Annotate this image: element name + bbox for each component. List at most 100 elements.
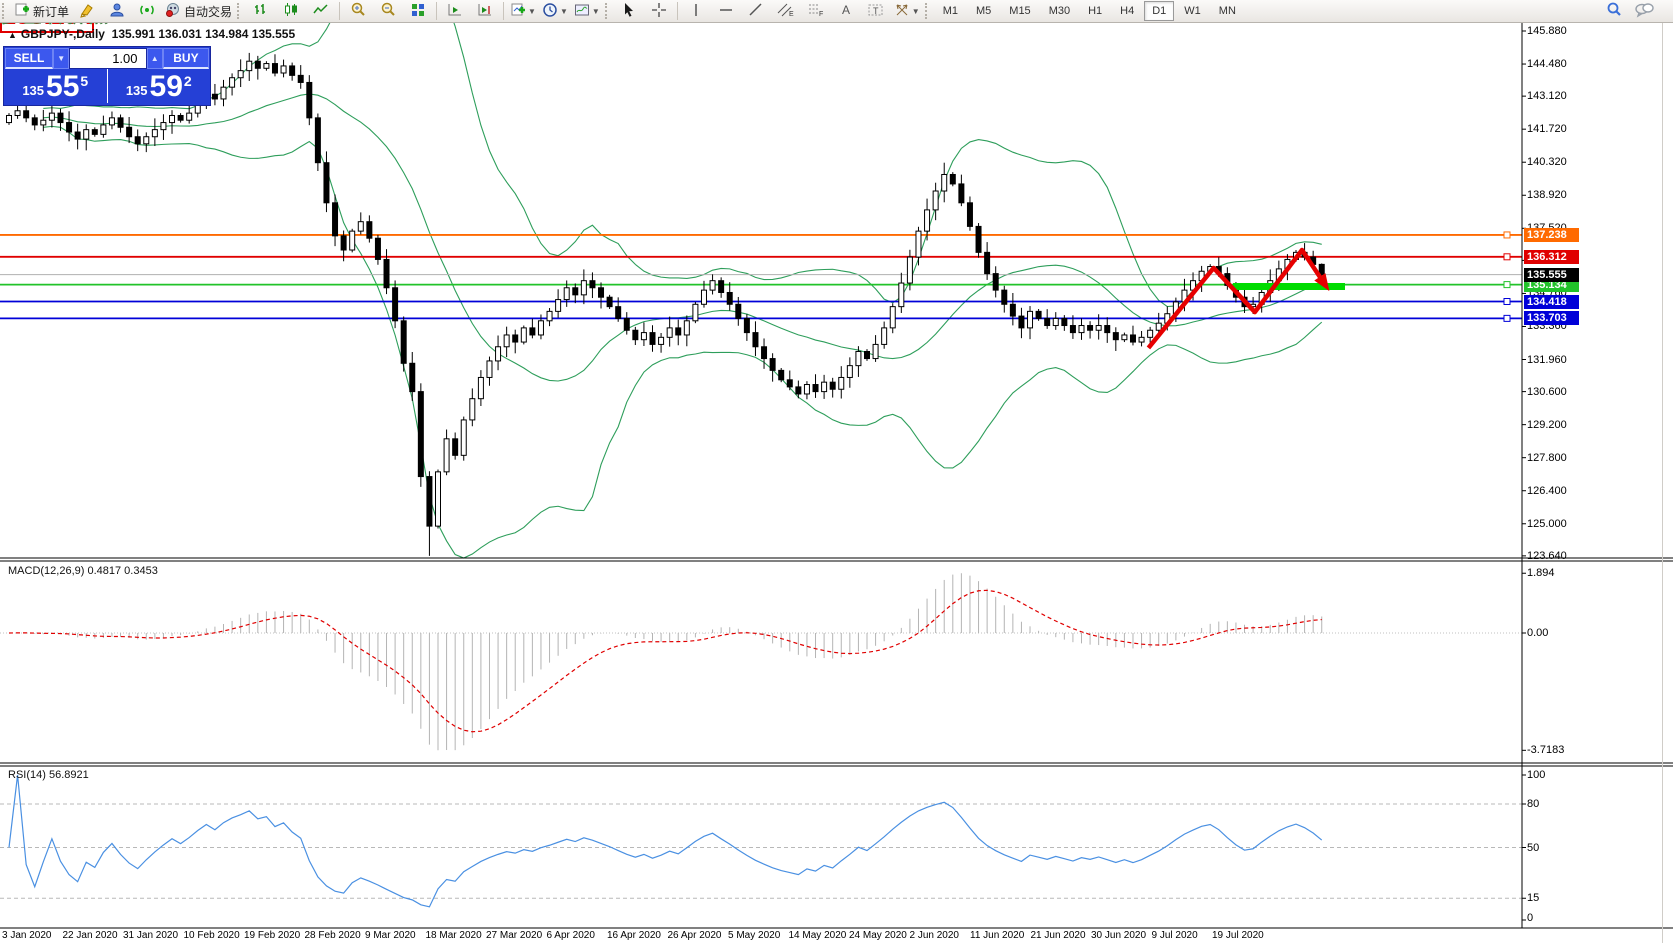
candle-body xyxy=(444,439,449,472)
line-handle[interactable] xyxy=(1504,254,1510,260)
cursor-button[interactable] xyxy=(614,0,644,22)
profiles-button[interactable] xyxy=(102,0,132,22)
templates-button[interactable]: ▼ xyxy=(571,0,603,22)
chart-shift-button[interactable] xyxy=(470,0,500,22)
rsi-axis-tick: 15 xyxy=(1527,892,1539,904)
candle-body xyxy=(101,125,106,134)
candle-body xyxy=(1139,337,1144,342)
sell-price[interactable]: 135 55 5 xyxy=(4,69,108,103)
auto-scroll-button[interactable] xyxy=(440,0,470,22)
text-icon: A xyxy=(839,2,853,21)
date-label: 22 Jan 2020 xyxy=(63,930,118,941)
candle-body xyxy=(247,61,252,70)
tab-timeframe-m5[interactable]: M5 xyxy=(968,1,999,21)
rsi-axis-tick: 100 xyxy=(1527,769,1545,781)
tab-timeframe-m30[interactable]: M30 xyxy=(1041,1,1078,21)
toolbar-grip[interactable] xyxy=(237,3,244,19)
autotrading-button[interactable]: 自动交易 xyxy=(162,0,235,22)
collapse-icon[interactable]: ▲ xyxy=(8,30,17,40)
tab-timeframe-mn[interactable]: MN xyxy=(1211,1,1244,21)
candle-body xyxy=(92,130,97,135)
tab-timeframe-m1[interactable]: M1 xyxy=(935,1,966,21)
date-label: 18 Mar 2020 xyxy=(426,930,482,941)
buy-price[interactable]: 135 59 2 xyxy=(108,69,211,103)
candle-body xyxy=(1002,290,1007,304)
macd-axis-tick: -3.7183 xyxy=(1527,744,1564,756)
candle-body xyxy=(530,328,535,335)
shapes-button[interactable]: ▼ xyxy=(891,0,923,22)
candle-body xyxy=(24,111,29,118)
candle-body xyxy=(187,113,192,120)
candle-body xyxy=(453,439,458,456)
horizontal-line-button[interactable] xyxy=(711,0,741,22)
date-label: 9 Jul 2020 xyxy=(1152,930,1198,941)
toolbar-grip[interactable] xyxy=(925,3,932,19)
volume-input[interactable]: 1.00 xyxy=(69,48,146,69)
date-label: 11 Jun 2020 xyxy=(970,930,1024,941)
search-button[interactable] xyxy=(1599,0,1629,22)
tab-timeframe-h1[interactable]: H1 xyxy=(1080,1,1110,21)
symbol-ohlc: 135.991 136.031 134.984 135.555 xyxy=(112,27,296,41)
macd-axis-tick: 0.00 xyxy=(1527,627,1548,639)
candle-body xyxy=(393,288,398,321)
zoom-in-button[interactable] xyxy=(343,0,373,22)
macd-indicator-label: MACD(12,26,9) 0.4817 0.3453 xyxy=(8,565,158,577)
text-button[interactable]: A xyxy=(831,0,861,22)
line-handle[interactable] xyxy=(1504,232,1510,238)
label-button[interactable]: T xyxy=(861,0,891,22)
toolbar-grip[interactable] xyxy=(605,3,612,19)
candle-body xyxy=(461,420,466,455)
periods-button[interactable]: ▼ xyxy=(539,0,571,22)
tab-timeframe-m15[interactable]: M15 xyxy=(1001,1,1038,21)
candle-body xyxy=(307,82,312,117)
date-label: 28 Feb 2020 xyxy=(305,930,361,941)
trend-zigzag-arrow[interactable] xyxy=(1148,250,1326,348)
candle-body xyxy=(950,174,955,183)
candle-body xyxy=(350,231,355,250)
buy-price-prefix: 135 xyxy=(126,83,148,98)
line-chart-button[interactable] xyxy=(306,0,336,22)
line-handle[interactable] xyxy=(1504,282,1510,288)
candle-body xyxy=(633,330,638,339)
fibonacci-button[interactable]: F xyxy=(801,0,831,22)
candle-body xyxy=(942,174,947,191)
tile-windows-button[interactable] xyxy=(403,0,433,22)
indicators-button[interactable]: ▼ xyxy=(507,0,539,22)
channel-button[interactable]: E xyxy=(771,0,801,22)
candle-body xyxy=(890,307,895,328)
candle-body xyxy=(264,64,269,69)
candle-chart-button[interactable] xyxy=(276,0,306,22)
candle-body xyxy=(1088,326,1093,331)
candle-body xyxy=(315,118,320,163)
bar-chart-button[interactable] xyxy=(246,0,276,22)
zoom-in-icon xyxy=(350,2,366,21)
candle-body xyxy=(496,347,501,361)
highlighter-button[interactable] xyxy=(72,0,102,22)
date-label: 26 Apr 2020 xyxy=(668,930,722,941)
tab-timeframe-h4[interactable]: H4 xyxy=(1112,1,1142,21)
candle-body xyxy=(538,321,543,335)
window-edge xyxy=(1662,23,1663,943)
zoom-out-button[interactable] xyxy=(373,0,403,22)
line-handle[interactable] xyxy=(1504,315,1510,321)
new-order-label: 新订单 xyxy=(33,3,69,20)
sell-button[interactable]: SELL xyxy=(5,48,53,69)
candle-body xyxy=(170,115,175,122)
candle-body xyxy=(856,351,861,365)
volume-increase-button[interactable]: ▲ xyxy=(147,48,163,69)
new-order-button[interactable]: 新订单 xyxy=(11,0,72,22)
buy-button[interactable]: BUY xyxy=(163,48,209,69)
signals-button[interactable] xyxy=(132,0,162,22)
tab-timeframe-w1[interactable]: W1 xyxy=(1176,1,1209,21)
volume-decrease-button[interactable]: ▼ xyxy=(53,48,69,69)
bollinger-band xyxy=(43,94,1321,381)
crosshair-button[interactable] xyxy=(644,0,674,22)
vertical-line-button[interactable] xyxy=(681,0,711,22)
line-handle[interactable] xyxy=(1504,299,1510,305)
candle-body xyxy=(1079,326,1084,333)
tab-timeframe-d1[interactable]: D1 xyxy=(1144,1,1174,21)
price-tick: 141.720 xyxy=(1527,123,1567,135)
trendline-button[interactable] xyxy=(741,0,771,22)
toolbar-grip[interactable] xyxy=(2,3,9,19)
chat-button[interactable] xyxy=(1629,0,1659,22)
